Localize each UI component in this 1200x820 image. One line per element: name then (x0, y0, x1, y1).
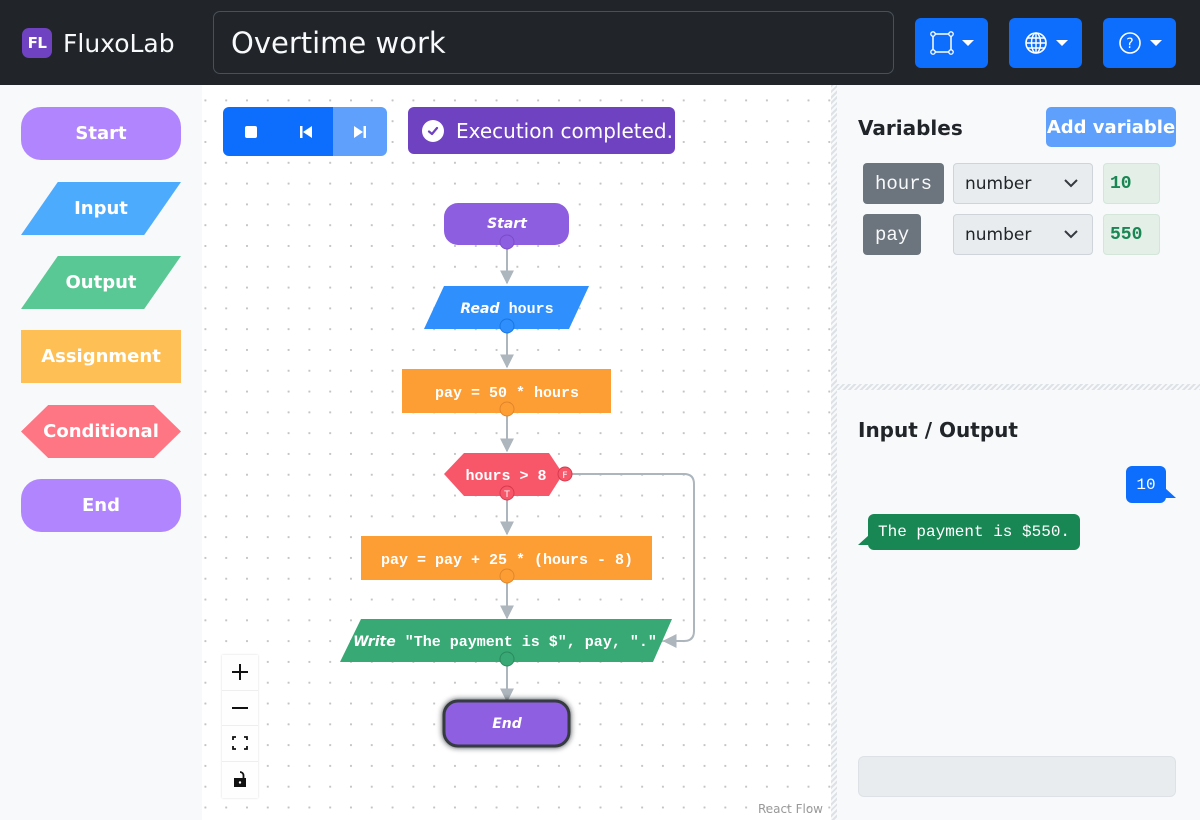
palette-item-input[interactable]: Input (21, 182, 181, 235)
help-menu-button[interactable]: ? (1103, 18, 1176, 68)
palette-item-assignment[interactable]: Assignment (21, 330, 181, 383)
palette-item-label: Start (75, 123, 127, 144)
horizontal-resize-handle[interactable] (837, 384, 1200, 390)
toggle-interactivity-button[interactable] (222, 762, 258, 798)
variable-value: 550 (1103, 214, 1160, 255)
caret-down-icon (961, 40, 974, 46)
skip-start-icon (299, 125, 312, 138)
svg-text:Write "The payment is: Write "The payment is $", pay, "." (353, 631, 657, 651)
handle[interactable] (499, 234, 515, 250)
palette-item-output[interactable]: Output (21, 256, 181, 309)
brand[interactable]: FL FluxoLab (22, 28, 175, 58)
caret-down-icon (1055, 40, 1068, 46)
true-label: T (503, 490, 510, 500)
minus-icon (232, 706, 248, 709)
skip-end-icon (354, 125, 366, 138)
question-circle-icon: ? (1118, 32, 1141, 54)
node-end[interactable]: End (442, 699, 571, 748)
variable-row: hours number 10 (863, 163, 1160, 204)
node-palette: Start Input Output Assignment Conditiona… (0, 85, 202, 820)
execution-status-text: Execution completed. (456, 118, 673, 143)
brand-name: FluxoLab (63, 28, 175, 58)
node-conditional[interactable]: hours > 8 F T (444, 453, 573, 501)
step-button[interactable] (333, 107, 387, 156)
handle[interactable] (499, 568, 515, 584)
plus-icon (232, 664, 248, 681)
fit-view-icon (232, 736, 248, 751)
node-output-keyword: Write (353, 634, 396, 650)
palette-item-start[interactable]: Start (21, 107, 181, 160)
io-title: Input / Output (858, 418, 1018, 442)
node-start[interactable]: Start (444, 203, 569, 250)
variables-title: Variables (858, 116, 963, 140)
right-panel: Variables Add variable hours number 10 p… (837, 85, 1200, 820)
globe-icon (1024, 32, 1047, 54)
reset-button[interactable] (278, 107, 333, 156)
shape-menu-button[interactable] (915, 18, 988, 68)
execution-status-badge: Execution completed. (408, 107, 675, 154)
palette-item-end[interactable]: End (21, 479, 181, 532)
palette-item-label: End (82, 495, 120, 516)
node-assignment-2[interactable]: pay = pay + 25 * (hours - 8) (361, 536, 652, 584)
add-variable-button[interactable]: Add variable (1046, 107, 1176, 147)
variable-type-select[interactable]: number (953, 163, 1093, 204)
node-output[interactable]: Write "The payment is $", pay, "." (340, 619, 672, 667)
unlock-icon (234, 771, 246, 788)
variable-name[interactable]: pay (863, 214, 922, 255)
handle[interactable] (499, 318, 515, 334)
chevron-down-icon (1064, 179, 1078, 188)
variable-type-value: number (965, 224, 1032, 245)
execution-controls (223, 107, 387, 156)
stop-icon (244, 125, 257, 138)
chevron-down-icon (1064, 230, 1078, 239)
node-output-text: "The payment is $", pay, "." (405, 634, 657, 651)
variable-value: 10 (1103, 163, 1160, 204)
react-flow-attribution[interactable]: React Flow (758, 802, 823, 816)
node-input-keyword: Read (460, 301, 500, 317)
io-input-message: 10 (1126, 466, 1176, 503)
stop-button[interactable] (223, 107, 278, 156)
variable-type-value: number (965, 173, 1032, 194)
variable-row: pay number 550 (863, 214, 1160, 255)
program-title-input[interactable] (213, 11, 894, 74)
flow-canvas[interactable]: Start Read hours pay = 50 * hours hours … (202, 85, 831, 820)
zoom-controls (222, 655, 258, 798)
node-conditional-text: hours > 8 (465, 468, 546, 485)
io-input-field[interactable] (858, 756, 1176, 797)
palette-item-label: Input (74, 198, 128, 219)
brand-logo: FL (22, 28, 52, 58)
node-assignment-1[interactable]: pay = 50 * hours (402, 369, 611, 417)
caret-down-icon (1149, 40, 1162, 46)
flowchart: Start Read hours pay = 50 * hours hours … (340, 203, 695, 748)
check-circle-icon (422, 119, 444, 142)
handle[interactable] (499, 401, 515, 417)
bounding-box-icon (929, 31, 954, 55)
node-input-text: hours (509, 301, 554, 318)
navbar: FL FluxoLab ? (0, 0, 1200, 85)
zoom-out-button[interactable] (222, 691, 258, 726)
svg-text:?: ? (1126, 36, 1133, 52)
false-label: F (562, 471, 567, 481)
variable-type-select[interactable]: number (953, 214, 1093, 255)
node-input[interactable]: Read hours (424, 286, 589, 334)
palette-item-label: Conditional (43, 421, 159, 442)
handle[interactable] (499, 651, 515, 667)
palette-item-label: Assignment (41, 346, 161, 367)
language-menu-button[interactable] (1009, 18, 1082, 68)
io-output-message: The payment is $550. (858, 514, 1080, 550)
node-end-label: End (492, 716, 523, 732)
variable-name[interactable]: hours (863, 163, 945, 204)
zoom-in-button[interactable] (222, 655, 258, 691)
node-start-label: Start (487, 216, 528, 232)
palette-item-conditional[interactable]: Conditional (21, 405, 181, 458)
palette-item-label: Output (65, 272, 137, 293)
node-assignment-1-text: pay = 50 * hours (435, 385, 579, 402)
fit-view-button[interactable] (222, 726, 258, 762)
node-assignment-2-text: pay = pay + 25 * (hours - 8) (381, 552, 633, 569)
